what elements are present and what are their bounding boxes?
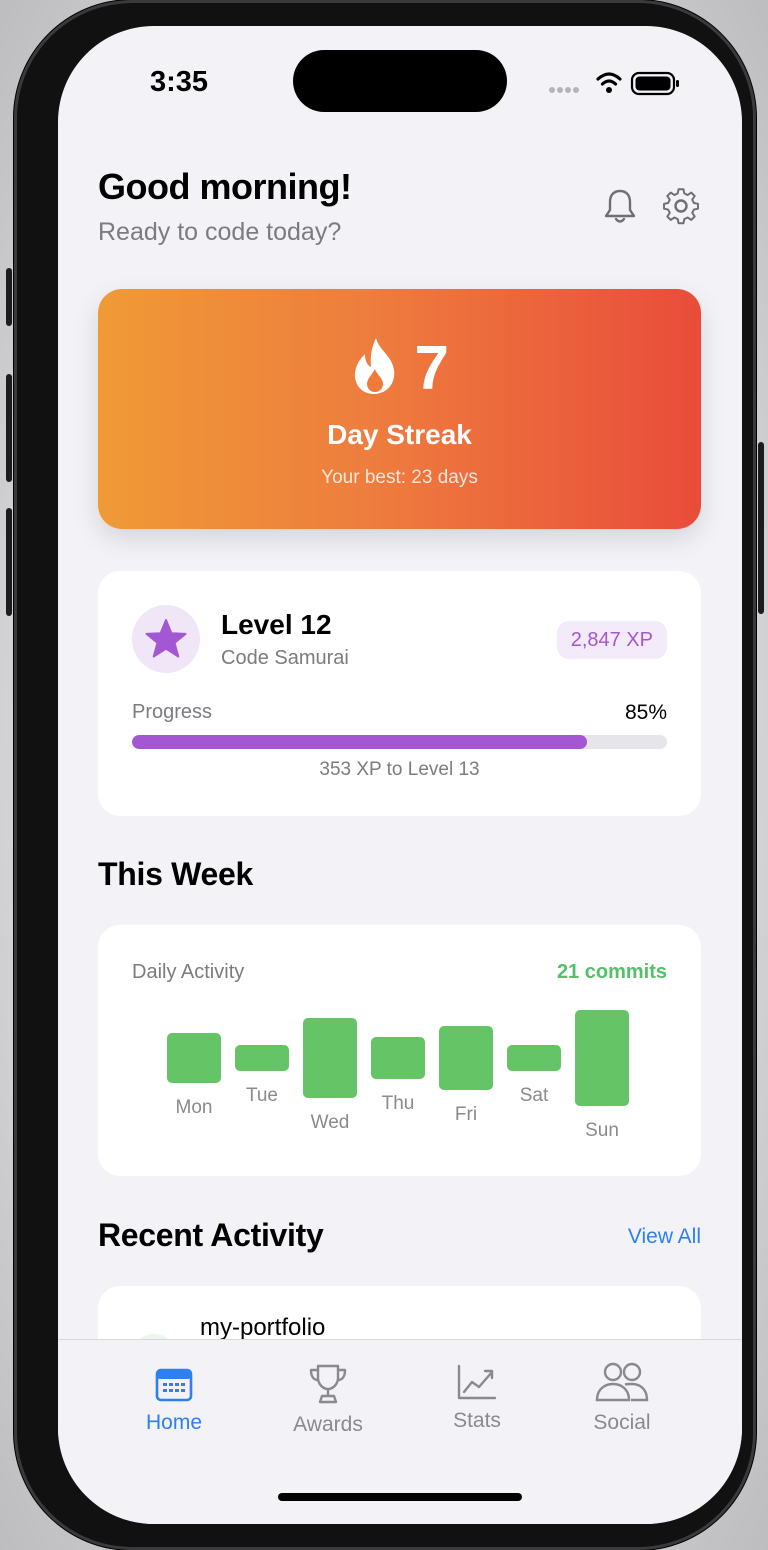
daily-activity-card[interactable]: Daily Activity 21 commits Mon Tue Wed Thu Fr… [98,925,701,1176]
view-all-link[interactable]: View All [628,1225,701,1249]
signal-icon [549,71,679,96]
streak-header: 7 [98,333,701,403]
people-icon [595,1362,649,1402]
streak-count: 7 [414,334,449,403]
level-card[interactable]: Level 12 Code Samurai 2,847 XP Progress … [98,571,701,816]
activity-bar-chart: Mon Tue Wed Thu Fri Sat Sun [98,925,701,1176]
star-icon [145,619,187,658]
streak-card[interactable]: 7 Day Streak Your best: 23 days [98,289,701,529]
wifi-icon [596,72,622,93]
day-label-sun: Sun [585,1120,619,1141]
day-label-sat: Sat [519,1085,549,1106]
streak-best: Your best: 23 days [321,467,478,488]
level-rank: Code Samurai [221,647,349,669]
xp-badge: 2,847 XP [556,621,667,659]
tab-social[interactable]: Social [562,1362,682,1435]
calendar-icon [155,1368,193,1402]
tab-home[interactable]: Home [114,1364,234,1435]
day-label-tue: Tue [245,1085,279,1106]
activity-bar-sun [575,1010,629,1106]
volume-down-button [6,508,12,616]
repo-name: my-portfolio [200,1314,326,1341]
tab-stats-label: Stats [453,1409,501,1432]
next-level-note: 353 XP to Level 13 [319,759,480,780]
day-label-fri: Fri [454,1104,478,1126]
flame-icon [350,336,400,401]
home-indicator [278,1493,522,1501]
activity-bar-fri [439,1025,493,1091]
tab-home-label: Home [145,1411,203,1434]
trophy-icon [309,1364,347,1404]
streak-label: Day Streak [327,419,472,450]
status-icons [546,68,696,98]
progress-bar [132,735,667,749]
progress-percent: 85% [624,701,667,724]
recent-activity-heading: Recent Activity [98,1217,324,1253]
activity-bar-thu [371,1037,425,1079]
activity-bar-wed [303,1017,357,1099]
this-week-heading: This Week [98,856,253,892]
tab-social-label: Social [593,1411,651,1434]
bell-icon[interactable] [600,186,640,226]
greeting-title: Good morning! [98,166,352,207]
level-badge [132,605,200,673]
tab-stats[interactable]: Stats [417,1362,537,1433]
screen: 3:35 Good morning! Ready to code today? [58,26,742,1524]
activity-bar-tue [235,1045,289,1071]
activity-bar-sat [507,1045,561,1071]
level-title: Level 12 [221,609,332,640]
power-button [758,442,764,614]
tab-awards[interactable]: Awards [268,1362,388,1437]
progress-fill [132,735,587,749]
gear-icon[interactable] [661,186,701,226]
day-label-wed: Wed [310,1112,350,1134]
dynamic-island [293,50,507,112]
chart-line-icon [457,1364,497,1400]
battery-icon [630,71,679,96]
greeting-subtitle: Ready to code today? [98,218,342,246]
progress-label: Progress [132,701,213,723]
phone-frame: 3:35 Good morning! Ready to code today? [6,0,764,1550]
volume-up-button [6,374,12,482]
activity-bar-mon [167,1033,221,1083]
action-button [6,268,12,326]
status-time: 3:35 [150,66,209,98]
tab-awards-label: Awards [293,1413,363,1436]
